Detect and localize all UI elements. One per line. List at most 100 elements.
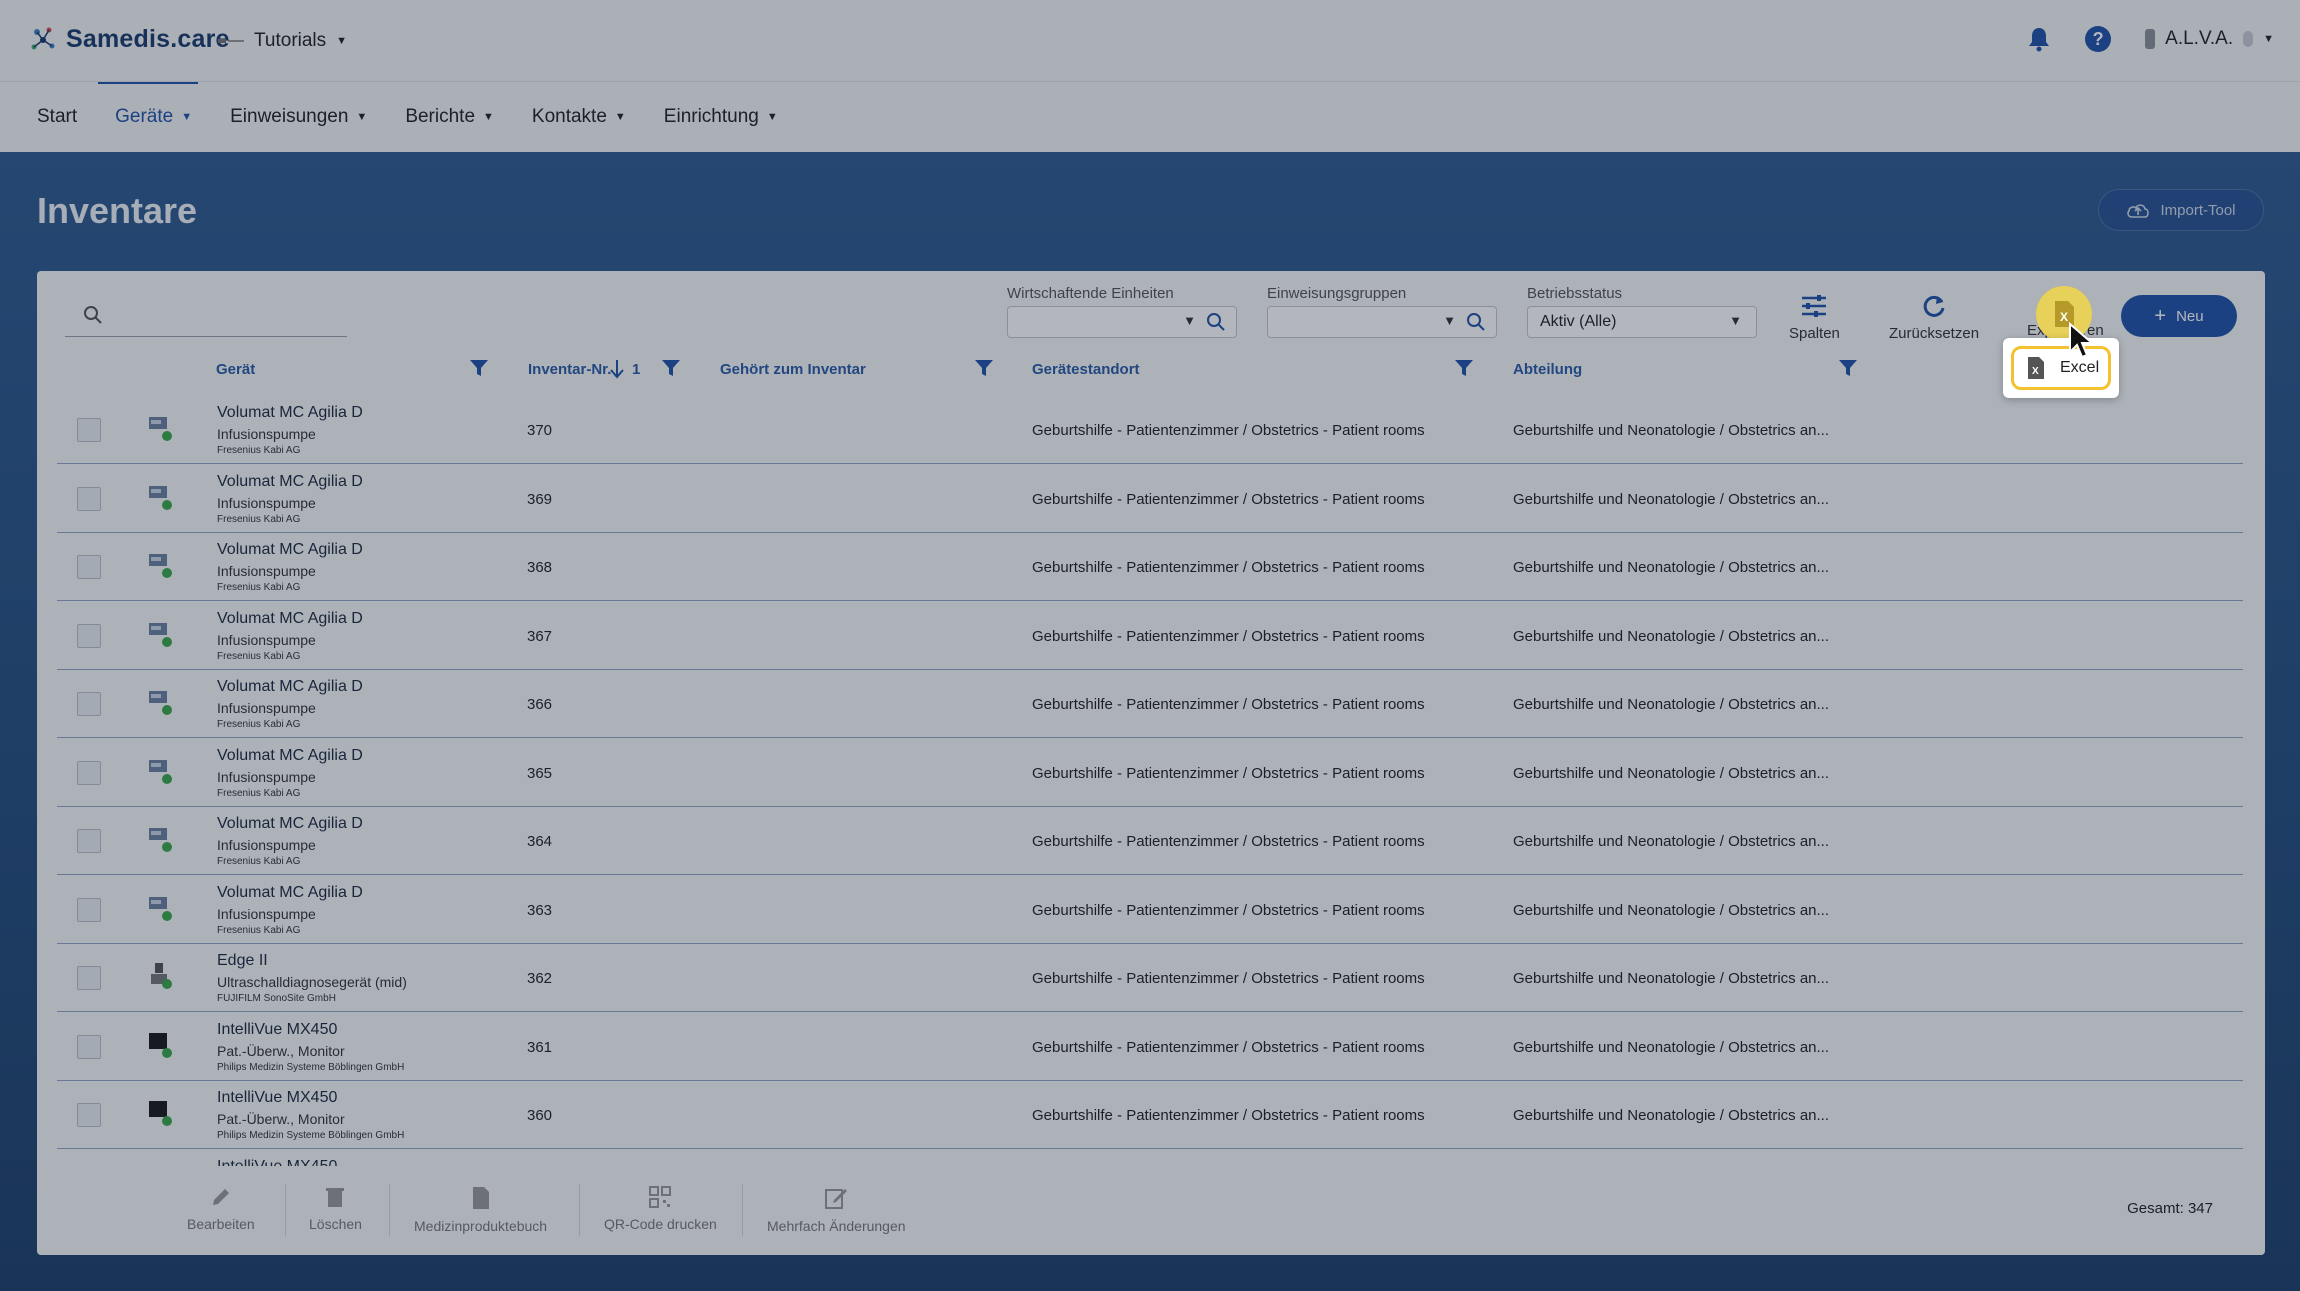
column-header-location[interactable]: Gerätestandort bbox=[1032, 361, 1140, 378]
import-tool-button[interactable]: Import-Tool bbox=[2098, 189, 2264, 231]
column-header-department[interactable]: Abteilung bbox=[1513, 361, 1582, 378]
chevron-down-icon: ▼ bbox=[766, 111, 778, 123]
department: Geburtshilfe und Neonatologie / Obstetri… bbox=[1513, 627, 1830, 645]
device-name: Volumat MC Agilia D bbox=[217, 883, 363, 901]
table-row[interactable]: Volumat MC Agilia D Infusionspumpe Freseni… bbox=[57, 807, 2243, 875]
new-button[interactable]: + Neu bbox=[2121, 295, 2237, 337]
inventory-number: 368 bbox=[527, 559, 553, 576]
filter-betriebsstatus[interactable]: Betriebsstatus Aktiv (Alle) ▼ bbox=[1527, 285, 1757, 338]
nav-kontakte[interactable]: Kontakte ▼ bbox=[532, 106, 626, 128]
row-checkbox[interactable] bbox=[77, 829, 101, 853]
device-cell: Volumat MC Agilia D Infusionspumpe Freseni… bbox=[217, 541, 363, 593]
device-name: Edge II bbox=[217, 952, 268, 969]
filter-einweisungsgruppen[interactable]: Einweisungsgruppen ▼ bbox=[1267, 285, 1497, 338]
device-manufacturer: Philips Medizin Systeme Böblingen GmbH bbox=[217, 1130, 405, 1141]
device-name: Volumat MC Agilia D bbox=[217, 609, 363, 627]
device-location: Geburtshilfe - Patientenzimmer / Obstetr… bbox=[1032, 833, 1425, 850]
row-checkbox[interactable] bbox=[77, 623, 101, 648]
chevron-down-icon: ▼ bbox=[356, 111, 368, 123]
inventory-number: 362 bbox=[527, 970, 553, 987]
column-header-inventory-no[interactable]: Inventar-Nr. bbox=[528, 361, 611, 378]
table-row[interactable]: Volumat MC Agilia D Infusionspumpe Freseni… bbox=[57, 533, 2243, 601]
table-row[interactable]: Volumat MC Agilia D Infusionspumpe Freseni… bbox=[57, 465, 2243, 533]
row-checkbox[interactable] bbox=[77, 692, 101, 716]
nav-berichte[interactable]: Berichte ▼ bbox=[405, 106, 494, 128]
filter-icon[interactable] bbox=[661, 358, 681, 378]
inventory-number: 364 bbox=[527, 833, 553, 850]
filter-icon[interactable] bbox=[1454, 358, 1474, 378]
delete-button[interactable]: Löschen bbox=[309, 1186, 362, 1232]
inventory-number: 366 bbox=[527, 696, 553, 713]
row-checkbox[interactable] bbox=[77, 555, 101, 579]
brand-logo[interactable]: Samedis.care bbox=[28, 24, 230, 54]
device-name: IntelliVue MX450 bbox=[217, 1089, 338, 1106]
einweisungsgruppen-select[interactable]: ▼ bbox=[1267, 306, 1497, 338]
footer-divider bbox=[579, 1184, 580, 1236]
bulk-edit-button[interactable]: Mehrfach Änderungen bbox=[767, 1186, 906, 1234]
device-manufacturer: FUJIFILM SonoSite GmbH bbox=[217, 993, 336, 1004]
row-checkbox[interactable] bbox=[77, 486, 101, 511]
nav-einrichtung[interactable]: Einrichtung ▼ bbox=[664, 106, 778, 128]
footer-divider bbox=[285, 1184, 286, 1236]
row-checkbox[interactable] bbox=[77, 1034, 101, 1059]
edit-button[interactable]: Bearbeiten bbox=[187, 1186, 255, 1232]
row-checkbox[interactable] bbox=[77, 966, 101, 990]
row-checkbox[interactable] bbox=[77, 418, 101, 442]
reset-button[interactable]: Zurücksetzen bbox=[1889, 293, 1979, 342]
nav-geraete[interactable]: Geräte ▼ bbox=[115, 106, 192, 128]
table-row[interactable]: Volumat MC Agilia D Infusionspumpe Freseni… bbox=[57, 396, 2243, 464]
device-thumbnail-icon bbox=[145, 1097, 175, 1127]
row-checkbox[interactable] bbox=[77, 1103, 101, 1127]
filter-icon[interactable] bbox=[1838, 358, 1858, 378]
row-checkbox[interactable] bbox=[77, 897, 101, 922]
table-row[interactable]: IntelliVue MX450 Pat.-Überw., Monitor Phil… bbox=[57, 1013, 2243, 1081]
search-input[interactable] bbox=[65, 301, 347, 337]
device-location: Geburtshilfe - Patientenzimmer / Obstetr… bbox=[1032, 764, 1425, 782]
filter-icon[interactable] bbox=[469, 358, 489, 378]
print-qr-button[interactable]: QR-Code drucken bbox=[604, 1186, 717, 1232]
inventory-number: 363 bbox=[527, 901, 553, 919]
table-row[interactable]: Volumat MC Agilia D Infusionspumpe Freseni… bbox=[57, 876, 2243, 944]
table-row[interactable]: Volumat MC Agilia D Infusionspumpe Freseni… bbox=[57, 602, 2243, 670]
table-row[interactable]: IntelliVue MX450 Pat.-Überw., Monitor Phil… bbox=[57, 1081, 2243, 1149]
device-thumbnail-icon bbox=[145, 1029, 175, 1059]
search-icon[interactable] bbox=[1466, 312, 1486, 332]
help-icon[interactable]: ? bbox=[2085, 26, 2112, 52]
bell-icon[interactable] bbox=[2027, 26, 2051, 52]
filter-wirtschaftende-einheiten[interactable]: Wirtschaftende Einheiten ▼ bbox=[1007, 285, 1237, 338]
device-type: Infusionspumpe bbox=[217, 768, 316, 785]
nav-einweisungen[interactable]: Einweisungen ▼ bbox=[230, 106, 367, 128]
user-menu[interactable]: A.L.V.A. ▼ bbox=[2145, 28, 2274, 50]
filter-icon[interactable] bbox=[974, 358, 994, 378]
medical-device-book-button[interactable]: Medizinproduktebuch bbox=[414, 1186, 547, 1234]
arrow-down-icon[interactable] bbox=[609, 359, 625, 379]
search-icon[interactable] bbox=[1206, 312, 1226, 332]
table-row[interactable]: Volumat MC Agilia D Infusionspumpe Freseni… bbox=[57, 739, 2243, 807]
device-location: Geburtshilfe - Patientenzimmer / Obstetr… bbox=[1032, 696, 1425, 713]
footer-divider bbox=[742, 1184, 743, 1236]
betriebsstatus-select[interactable]: Aktiv (Alle) ▼ bbox=[1527, 306, 1757, 338]
device-cell: IntelliVue MX450 bbox=[217, 1158, 337, 1167]
device-thumbnail-icon bbox=[145, 892, 175, 922]
table-row[interactable]: IntelliVue MX450 bbox=[57, 1150, 2243, 1167]
row-checkbox[interactable] bbox=[77, 760, 101, 785]
table-row[interactable]: Edge II Ultraschalldiagnosegerät (mid) FUJ… bbox=[57, 944, 2243, 1012]
columns-button[interactable]: Spalten bbox=[1789, 293, 1840, 342]
device-type: Infusionspumpe bbox=[217, 494, 316, 511]
sliders-icon bbox=[1802, 295, 1827, 317]
wirtschaftende-einheiten-select[interactable]: ▼ bbox=[1007, 306, 1237, 338]
document-icon bbox=[472, 1187, 489, 1209]
device-location: Geburtshilfe - Patientenzimmer / Obstetr… bbox=[1032, 627, 1425, 645]
export-excel-option[interactable]: X Excel bbox=[2011, 346, 2111, 390]
chevron-down-icon: ▼ bbox=[483, 111, 494, 123]
device-thumbnail-icon bbox=[145, 686, 175, 716]
device-location: Geburtshilfe - Patientenzimmer / Obstetr… bbox=[1032, 490, 1425, 508]
table-row[interactable]: Volumat MC Agilia D Infusionspumpe Freseni… bbox=[57, 670, 2243, 738]
tenant-icon bbox=[218, 39, 244, 43]
tenant-selector[interactable]: Tutorials ▼ bbox=[218, 30, 347, 52]
device-name: Volumat MC Agilia D bbox=[217, 678, 363, 695]
nav-start[interactable]: Start bbox=[37, 106, 77, 128]
column-header-belongs-to[interactable]: Gehört zum Inventar bbox=[720, 361, 866, 378]
column-header-device[interactable]: Gerät bbox=[216, 361, 255, 378]
device-type: Infusionspumpe bbox=[217, 905, 316, 922]
